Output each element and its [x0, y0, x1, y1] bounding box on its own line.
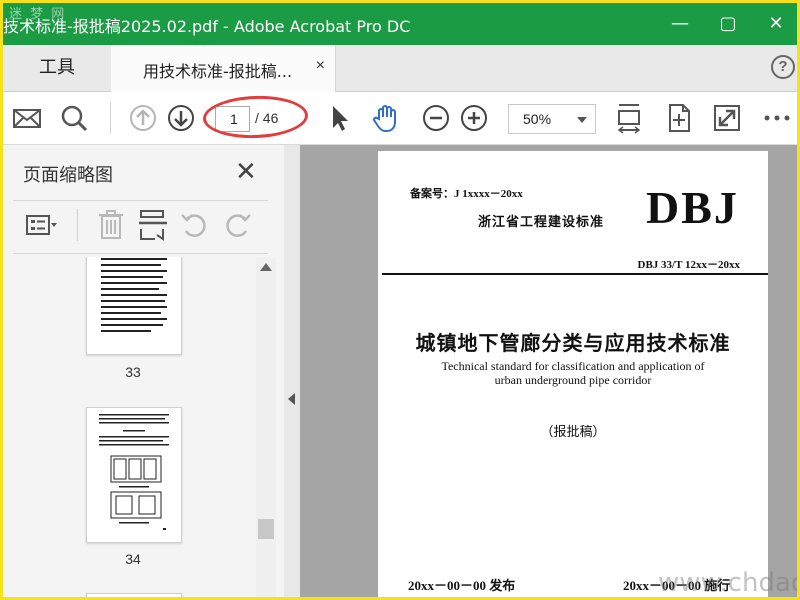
publish-date: 20xx－00－00 发布 [408, 578, 516, 593]
thumbnail-scrollbar[interactable] [256, 257, 276, 597]
scrollbar-thumb[interactable] [258, 519, 274, 539]
document-title-en-2: urban underground pipe corridor [494, 373, 652, 387]
full-screen-icon[interactable] [711, 102, 743, 134]
watermark-bottom: www.chdao.c [658, 568, 797, 598]
tab-document[interactable]: 用技术标准-报批稿... × [111, 45, 336, 92]
page-thumbnail-35[interactable] [86, 593, 182, 597]
draft-label: （报批稿） [540, 425, 606, 440]
annotation-oval [202, 94, 309, 140]
tab-close-icon[interactable]: × [316, 57, 325, 75]
delete-icon[interactable] [93, 207, 129, 243]
standard-type: 浙江省工程建设标准 [478, 215, 605, 230]
tab-tools[interactable]: 工具 [3, 45, 112, 91]
header-rule [382, 273, 768, 275]
document-view[interactable]: 备案号：J 1xxxx－20xx 浙江省工程建设标准 DBJ DBJ 33/T … [300, 145, 797, 599]
search-icon[interactable] [58, 102, 90, 134]
document-title-cn: 城镇地下管廊分类与应用技术标准 [415, 331, 731, 355]
collapse-left-icon [288, 393, 295, 405]
help-icon[interactable]: ? [771, 55, 795, 79]
chevron-down-icon [577, 117, 587, 123]
select-cursor-icon[interactable] [323, 102, 355, 134]
panel-collapse-handle[interactable] [284, 145, 300, 597]
zoom-value: 50% [523, 111, 552, 127]
panel-tool-separator [77, 209, 78, 241]
panel-close-icon[interactable]: ✕ [235, 157, 257, 187]
tab-document-label: 用技术标准-报批稿... [143, 62, 293, 81]
pdf-page: 备案号：J 1xxxx－20xx 浙江省工程建设标准 DBJ DBJ 33/T … [378, 151, 768, 599]
more-options-icon[interactable] [761, 102, 793, 134]
maximize-icon[interactable]: ▢ [713, 9, 743, 39]
toolbar-separator [110, 102, 111, 134]
zoom-out-icon[interactable] [420, 102, 452, 134]
standard-code: DBJ 33/T 12xx－20xx [637, 259, 740, 271]
page-thumbnail-34[interactable] [86, 407, 182, 543]
thumbnail-list: 33 34 [3, 257, 255, 597]
app-window: 技术标准-报批稿2025.02.pdf - Adobe Acrobat Pro … [0, 0, 800, 600]
fit-page-icon[interactable] [613, 102, 645, 134]
zoom-in-icon[interactable] [458, 102, 490, 134]
zoom-select[interactable]: 50% [508, 104, 596, 134]
footer-rule [382, 597, 768, 599]
scroll-up-icon[interactable] [260, 263, 272, 271]
title-bar: 技术标准-报批稿2025.02.pdf - Adobe Acrobat Pro … [3, 3, 797, 45]
close-window-icon[interactable]: ✕ [761, 9, 791, 39]
scroll-mode-icon[interactable] [663, 102, 695, 134]
page-down-icon[interactable] [165, 102, 197, 134]
insert-page-icon[interactable] [135, 207, 171, 243]
rotate-ccw-icon[interactable] [177, 207, 213, 243]
dbj-logo-text: DBJ [646, 182, 739, 233]
tab-bar: 工具 用技术标准-报批稿... × ? [3, 45, 797, 92]
thumbnail-panel: 页面缩略图 ✕ 33 34 [3, 145, 285, 597]
watermark-top: 迷 梦 网 [9, 7, 67, 22]
rotate-cw-icon[interactable] [219, 207, 255, 243]
panel-title: 页面缩略图 [23, 165, 113, 186]
page-thumbnail-label: 34 [125, 551, 141, 567]
document-title-en-1: Technical standard for classification an… [441, 359, 705, 373]
page-thumbnail-33[interactable] [86, 257, 182, 355]
toolbar: 1 / 46 50% [3, 92, 797, 145]
hand-tool-icon[interactable] [370, 102, 402, 134]
page-up-icon[interactable] [127, 102, 159, 134]
panel-divider [13, 253, 268, 254]
minimize-icon[interactable]: — [665, 9, 695, 39]
page-thumbnail-label: 33 [125, 364, 141, 380]
record-number: 备案号：J 1xxxx－20xx [410, 188, 523, 200]
thumbnail-options-icon[interactable] [23, 207, 59, 243]
panel-divider [13, 200, 268, 201]
mail-icon[interactable] [11, 102, 43, 134]
